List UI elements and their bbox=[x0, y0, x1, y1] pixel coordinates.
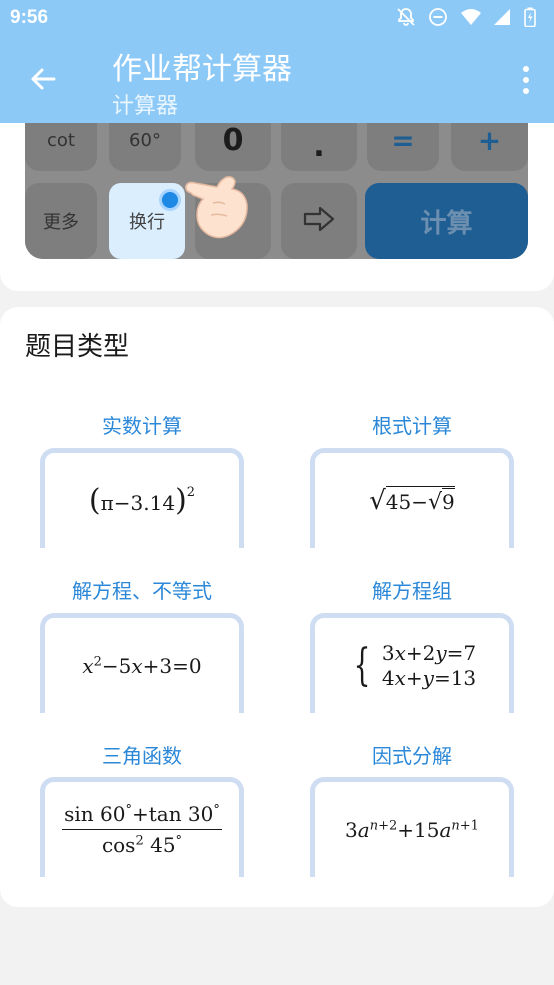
calculator-preview: cot 60° 0 . = + 更多 换行 计算 bbox=[25, 123, 528, 259]
status-time: 9:56 bbox=[10, 7, 49, 28]
pointing-hand-icon bbox=[183, 173, 251, 245]
category-label[interactable]: 实数计算 bbox=[15, 410, 269, 439]
category-label[interactable]: 三角函数 bbox=[15, 740, 269, 769]
battery-icon bbox=[524, 7, 544, 28]
key-plus: + bbox=[451, 123, 528, 171]
page-title: 作业帮计算器 bbox=[112, 52, 292, 87]
status-icons bbox=[396, 7, 544, 28]
tap-dot bbox=[159, 189, 181, 211]
signal-icon bbox=[492, 7, 512, 27]
wifi-icon bbox=[460, 7, 481, 27]
page-subtitle: 计算器 bbox=[112, 94, 179, 119]
app-bar: 9:56 作业帮计算器 计算器 bbox=[0, 0, 554, 123]
category-example-trigonometry[interactable]: sin 60°+tan 30° cos2 45° bbox=[40, 777, 244, 877]
key-equals: = bbox=[367, 123, 439, 171]
category-example-equation-systems[interactable]: { 3x+2y=7 4x+y=13 bbox=[310, 613, 514, 713]
category-example-equations[interactable]: x2−5x+3=0 bbox=[40, 613, 244, 713]
arrow-right-icon bbox=[303, 206, 335, 236]
key-cot: cot bbox=[25, 123, 97, 171]
math-expression: x2−5x+3=0 bbox=[82, 653, 202, 678]
math-expression: √45−√9 bbox=[369, 485, 455, 516]
key-calculate: 计算 bbox=[365, 183, 528, 259]
back-arrow-icon[interactable] bbox=[26, 62, 60, 96]
key-dot: . bbox=[281, 123, 357, 171]
key-forward bbox=[281, 183, 357, 259]
category-label[interactable]: 解方程组 bbox=[285, 575, 539, 604]
notifications-off-icon bbox=[396, 7, 416, 27]
category-label[interactable]: 因式分解 bbox=[285, 740, 539, 769]
category-example-radicals[interactable]: √45−√9 bbox=[310, 448, 514, 548]
math-expression: 3an+2+15an+1 bbox=[345, 817, 479, 842]
status-bar: 9:56 bbox=[0, 0, 554, 38]
category-label[interactable]: 解方程、不等式 bbox=[15, 575, 269, 604]
category-example-real-numbers[interactable]: (π−3.14)2 bbox=[40, 448, 244, 548]
section-title: 题目类型 bbox=[25, 332, 130, 362]
category-label[interactable]: 根式计算 bbox=[285, 410, 539, 439]
overflow-menu-icon[interactable] bbox=[522, 66, 530, 94]
key-60-degree: 60° bbox=[109, 123, 181, 171]
category-example-factorization[interactable]: 3an+2+15an+1 bbox=[310, 777, 514, 877]
math-expression: (π−3.14)2 bbox=[88, 483, 196, 518]
key-zero: 0 bbox=[195, 123, 271, 171]
do-not-disturb-icon bbox=[428, 7, 448, 27]
key-more: 更多 bbox=[25, 183, 97, 259]
math-expression: { 3x+2y=7 4x+y=13 bbox=[353, 639, 477, 691]
math-expression: sin 60°+tan 30° cos2 45° bbox=[62, 802, 222, 857]
